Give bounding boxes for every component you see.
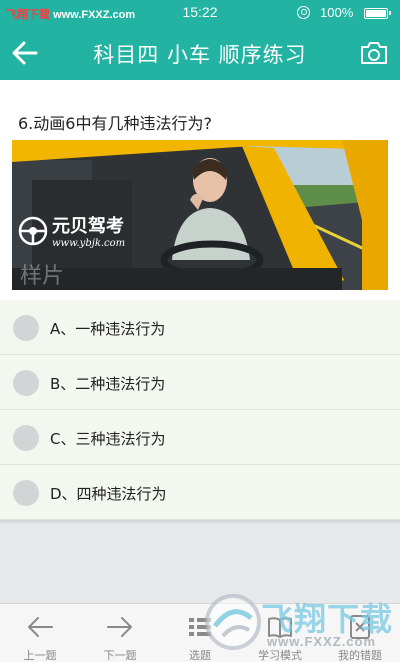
arrow-left-icon: [28, 617, 53, 637]
prev-question-tab[interactable]: 上一题: [0, 604, 80, 662]
option-label: B、二种违法行为: [50, 375, 166, 393]
video-url: www.ybjk.com: [52, 238, 126, 249]
question-video[interactable]: 元贝驾考 www.ybjk.com 样片: [12, 140, 388, 290]
options-shadow: [0, 520, 400, 524]
radio-icon[interactable]: [13, 480, 39, 506]
option-label: C、三种违法行为: [50, 430, 166, 448]
camera-icon[interactable]: [360, 40, 388, 66]
next-question-tab[interactable]: 下一题: [80, 604, 160, 662]
watermark-url: www.FXXZ.com: [267, 634, 377, 649]
option-a[interactable]: A、一种违法行为: [0, 300, 400, 355]
sample-watermark: 样片: [20, 264, 65, 289]
battery-percent: 100%: [320, 5, 354, 20]
site-watermark: 飞翔下载 www.FXXZ.com: [203, 590, 400, 656]
status-bar: 飞翔下载 www.FXXZ.com 15:22 100%: [0, 0, 400, 26]
title-bar: 科目四 小车 顺序练习: [0, 26, 400, 80]
battery-icon: [364, 8, 391, 19]
question-text: 6.动画6中有几种违法行为?: [18, 114, 212, 133]
option-d[interactable]: D、四种违法行为: [0, 465, 400, 520]
option-label: D、四种违法行为: [50, 485, 167, 503]
radio-icon[interactable]: [13, 425, 39, 451]
question-card: 6.动画6中有几种违法行为? 元贝驾考 www.ybjk.com 样片: [0, 80, 400, 300]
radio-icon[interactable]: [13, 370, 39, 396]
prev-question-label: 上一题: [23, 649, 57, 662]
option-label: A、一种违法行为: [50, 320, 166, 338]
next-question-label: 下一题: [103, 649, 137, 662]
watermark-logo-icon: [205, 594, 261, 650]
arrow-right-icon: [107, 617, 132, 637]
page-title: 科目四 小车 顺序练习: [93, 43, 307, 67]
option-c[interactable]: C、三种违法行为: [0, 410, 400, 465]
answer-options: A、一种违法行为 B、二种违法行为 C、三种违法行为 D、四种违法行为: [0, 300, 400, 524]
radio-icon[interactable]: [13, 315, 39, 341]
video-brand: 元贝驾考: [52, 216, 124, 237]
option-b[interactable]: B、二种违法行为: [0, 355, 400, 410]
rotation-lock-icon: [297, 6, 310, 19]
